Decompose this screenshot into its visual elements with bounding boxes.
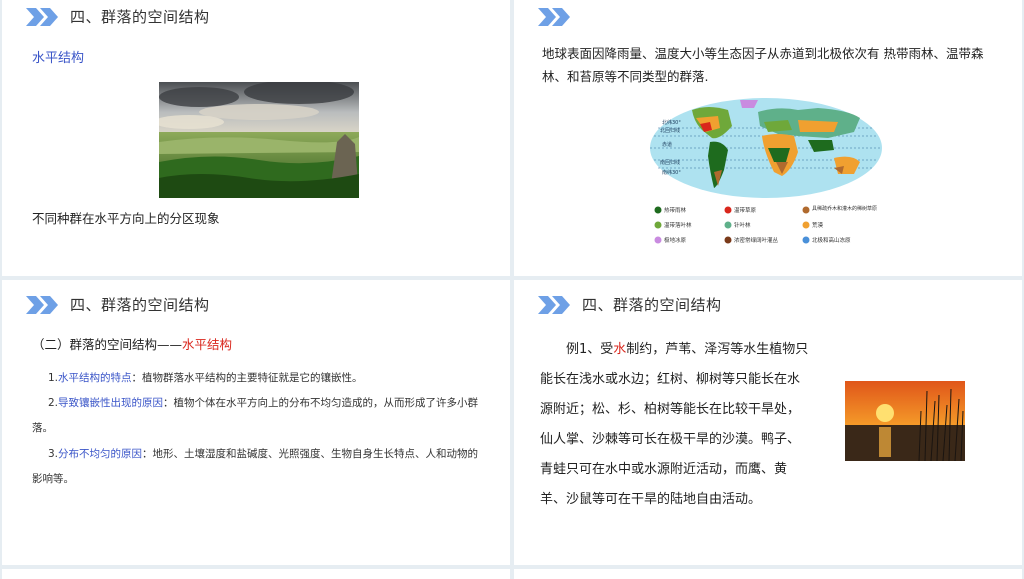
legend-label: 热带雨林 [664, 206, 687, 214]
lat-label: 北纬30° [662, 119, 681, 126]
lat-label: 赤道 [662, 141, 672, 148]
legend-label: 温带落叶林 [664, 221, 692, 229]
legend-swatch [724, 236, 732, 244]
lat-label: 南纬30° [662, 169, 681, 176]
slide-3[interactable]: 四、群落的空间结构 （二）群落的空间结构——水平结构 1.水平结构的特点：植物群… [2, 280, 510, 565]
sunset-photo [845, 381, 965, 461]
lat-label: 南回归线 [660, 159, 680, 166]
legend-swatch [654, 206, 662, 214]
slide-5[interactable] [2, 569, 510, 579]
legend-swatch [802, 221, 810, 229]
slide-1[interactable]: 四、群落的空间结构 水平结构 不同种群在水平方向上的分区现象 [2, 0, 510, 276]
legend-label: 温带草原 [734, 206, 757, 214]
legend-label: 北极和高山冻原 [812, 236, 851, 244]
legend-swatch [724, 221, 732, 229]
landscape-caption: 不同种群在水平方向上的分区现象 [32, 211, 220, 226]
legend-swatch [654, 236, 662, 244]
point-3: 3.分布不均匀的原因：地形、土壤湿度和盐碱度、光照强度、生物自身生长特点、人和动… [32, 448, 479, 485]
legend-swatch [654, 221, 662, 229]
double-chevron-icon [538, 8, 570, 26]
double-chevron-icon [538, 296, 570, 314]
slide-4[interactable]: 四、群落的空间结构 例1、受水制约，芦苇、泽泻等水生植物只能长在浅水或水边；红树… [514, 280, 1022, 565]
legend-swatch [802, 236, 810, 244]
legend-swatch [724, 206, 732, 214]
lat-label: 北回归线 [660, 127, 680, 134]
legend-label: 荒漠 [812, 221, 824, 229]
legend-label: 浓密常绿阔叶灌丛 [734, 236, 779, 244]
world-biome-map: 北纬30° 北回归线 赤道 南回归线 南纬30° 热带雨林 温带草原 具稀疏乔木… [648, 96, 884, 246]
legend-label: 极地冰原 [664, 236, 687, 244]
subtitle: 水平结构 [32, 51, 85, 66]
slide-heading: 四、群落的空间结构 [582, 296, 722, 314]
slide-grid: 四、群落的空间结构 水平结构 不同种群在水平方向上的分区现象 地球表面因降雨量、… [0, 0, 1024, 579]
legend-label: 针叶林 [734, 221, 751, 229]
point-1: 1.水平结构的特点：植物群落水平结构的主要特征就是它的镶嵌性。 [48, 372, 363, 384]
slide-6[interactable] [514, 569, 1022, 579]
slide-2[interactable]: 地球表面因降雨量、温度大小等生态因子从赤道到北极依次有 热带雨林、温带森林、和苔… [514, 0, 1022, 276]
double-chevron-icon [26, 8, 58, 26]
legend-swatch [802, 206, 810, 214]
legend-label: 具稀疏乔木和灌木的稀树草原 [812, 205, 877, 212]
biome-description: 地球表面因降雨量、温度大小等生态因子从赤道到北极依次有 热带雨林、温带森林、和苔… [542, 46, 984, 84]
section-intro: （二）群落的空间结构——水平结构 [32, 337, 233, 352]
point-2: 2.导致镶嵌性出现的原因：植物个体在水平方向上的分布不均匀造成的，从而形成了许多… [32, 397, 479, 434]
landscape-photo [159, 82, 359, 198]
example-text: 例1、受水制约，芦苇、泽泻等水生植物只能长在浅水或水边；红树、柳树等只能长在水源… [540, 342, 809, 507]
slide-heading: 四、群落的空间结构 [70, 8, 210, 26]
slide-heading: 四、群落的空间结构 [70, 296, 210, 314]
double-chevron-icon [26, 296, 58, 314]
